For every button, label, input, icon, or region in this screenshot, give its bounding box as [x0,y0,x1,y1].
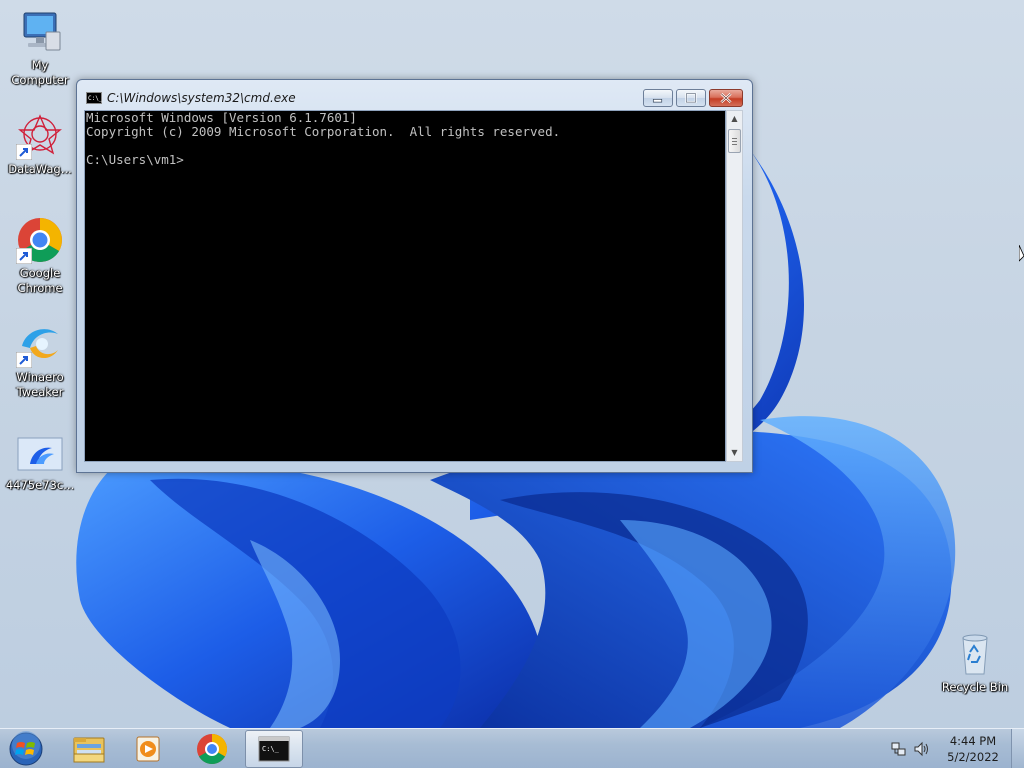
clock[interactable]: 4:44 PM 5/2/2022 [941,733,1005,765]
windows-logo-icon [9,731,43,766]
window-titlebar[interactable]: C:\_ C:\Windows\system32\cmd.exe [77,80,752,110]
show-desktop-button[interactable] [1011,729,1024,768]
desktop-icon-label: My Computer [11,58,69,87]
image-file-icon [16,436,64,472]
taskbar-chrome-button[interactable] [183,730,241,768]
restore-icon [685,92,697,104]
vertical-scrollbar[interactable]: ▲ ▼ [726,110,743,462]
desktop-icon-google-chrome[interactable]: Google Chrome [2,216,78,296]
taskbar: C:\_ 4:44 PM 5/2/2022 [0,728,1024,768]
datawag-icon [16,112,64,160]
volume-icon[interactable] [913,741,931,757]
cmd-window[interactable]: C:\_ C:\Windows\system32\cmd.exe Microso… [76,79,753,473]
scroll-thumb[interactable] [728,129,741,153]
network-icon[interactable] [891,741,907,757]
desktop-icon-winaero-tweaker[interactable]: Winaero Tweaker [2,320,78,400]
taskbar-media-player-button[interactable] [120,730,178,768]
chrome-icon [16,216,64,264]
winaero-icon [16,320,64,368]
desktop-icon-label: 4475e73c... [5,478,75,492]
close-button[interactable] [709,89,743,107]
clock-time: 4:44 PM [949,734,997,748]
desktop-icon-label: Winaero Tweaker [16,370,64,399]
desktop-icon-label: Google Chrome [17,266,63,295]
desktop-icon-label: DataWag... [8,162,72,176]
media-player-icon [136,736,160,762]
taskbar-cmd-button[interactable]: C:\_ [245,730,303,768]
console-line: Copyright (c) 2009 Microsoft Corporation… [86,124,561,139]
desktop-icon-recycle-bin[interactable]: Recycle Bin [937,630,1013,695]
console-text: Microsoft Windows [Version 6.1.7601] Cop… [86,111,560,167]
shortcut-arrow-icon [16,248,32,264]
console-line: Microsoft Windows [Version 6.1.7601] [86,110,357,125]
cmd-app-icon[interactable]: C:\_ [86,92,102,104]
console-prompt[interactable]: C:\Users\vm1> [86,152,184,167]
clock-date: 5/2/2022 [947,750,999,764]
minimize-icon [652,98,663,103]
svg-text:C:\_: C:\_ [262,745,280,753]
computer-icon [16,8,64,56]
mouse-cursor-icon [1019,245,1024,262]
chrome-icon [197,734,228,765]
console-output[interactable]: Microsoft Windows [Version 6.1.7601] Cop… [84,110,726,462]
shortcut-arrow-icon [16,352,32,368]
minimize-button[interactable] [643,89,673,107]
start-button[interactable] [6,731,46,767]
desktop-icon-image-file[interactable]: 4475e73c... [2,436,78,493]
scroll-down-button[interactable]: ▼ [727,445,742,461]
system-tray: 4:44 PM 5/2/2022 [885,729,1015,768]
scroll-up-button[interactable]: ▲ [727,111,742,127]
folder-icon [73,737,105,763]
recycle-bin-icon [951,630,999,678]
close-icon [720,92,732,104]
maximize-button[interactable] [676,89,706,107]
cmd-icon: C:\_ [258,736,290,762]
taskbar-explorer-button[interactable] [60,730,118,768]
window-title: C:\Windows\system32\cmd.exe [107,91,296,105]
desktop-icon-label: Recycle Bin [941,680,1009,694]
desktop: My Computer DataWag... Google Chrome Win… [0,0,1024,768]
shortcut-arrow-icon [16,144,32,160]
desktop-icon-my-computer[interactable]: My Computer [2,8,78,88]
desktop-icon-datawag[interactable]: DataWag... [2,112,78,177]
